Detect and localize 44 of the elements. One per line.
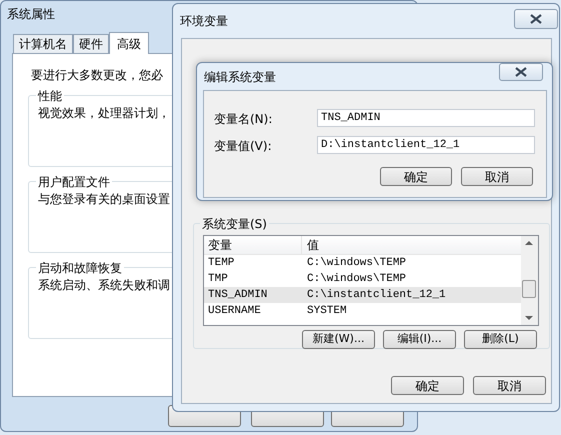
dialog-button[interactable]: 取消 [473, 376, 546, 395]
variable-value: C:\instantclient_12_1 [306, 288, 446, 303]
variable-value: C:\windows\TEMP [306, 272, 406, 287]
close-icon [530, 14, 542, 24]
list-button[interactable]: 新建(W)... [302, 330, 375, 349]
scrollbar[interactable] [521, 236, 538, 325]
group-description: 与您登录有关的桌面设置 [38, 191, 170, 208]
instruction-text: 要进行大多数更改，您必 [31, 67, 163, 84]
variable-name: TNS_ADMIN [207, 288, 268, 303]
variable-name: USERNAME [207, 304, 262, 319]
tab[interactable]: 高级 [109, 32, 149, 54]
input-field[interactable]: TNS_ADMIN [317, 109, 535, 127]
group-title: 系统变量(S) [200, 215, 269, 233]
list-button[interactable]: 编辑(I)... [383, 330, 456, 349]
field-label: 变量值(V): [214, 138, 272, 155]
dialog-title: 编辑系统变量 [204, 69, 276, 86]
tab[interactable]: 计算机名 [13, 34, 73, 53]
variable-name: TEMP [207, 256, 236, 271]
list-row[interactable]: TNS_ADMIN C:\instantclient_12_1 [204, 287, 522, 303]
group-title: 用户配置文件 [36, 173, 112, 191]
field-label: 变量名(N): [214, 111, 272, 128]
variable-value: SYSTEM [306, 304, 347, 319]
group-description: 系统启动、系统失败和调 [38, 277, 170, 294]
variable-name: TMP [207, 272, 229, 287]
list-button[interactable]: 删除(L) [464, 330, 537, 349]
close-icon [515, 67, 527, 77]
tab[interactable]: 硬件 [73, 34, 109, 53]
column-header[interactable]: 值 [302, 236, 522, 254]
list-row[interactable]: TMP C:\windows\TEMP [204, 271, 522, 287]
close-button[interactable] [514, 9, 558, 29]
dialog-button[interactable]: 确定 [391, 376, 464, 395]
column-header[interactable]: 变量 [204, 236, 302, 254]
group-title: 性能 [36, 87, 64, 105]
group-title: 启动和故障恢复 [36, 259, 124, 277]
dialog-title: 环境变量 [180, 13, 228, 30]
group-description: 视觉效果，处理器计划， [38, 105, 170, 122]
variable-value: C:\windows\TEMP [306, 256, 406, 271]
window-title: 系统属性 [7, 6, 55, 23]
dialog-button[interactable]: 取消 [461, 167, 533, 186]
list-row[interactable]: TEMP C:\windows\TEMP [204, 255, 522, 271]
list-row[interactable]: USERNAME SYSTEM [204, 303, 522, 319]
input-field[interactable]: D:\instantclient_12_1 [317, 136, 535, 154]
dialog-button[interactable]: 确定 [380, 167, 452, 186]
close-button[interactable] [499, 63, 543, 81]
